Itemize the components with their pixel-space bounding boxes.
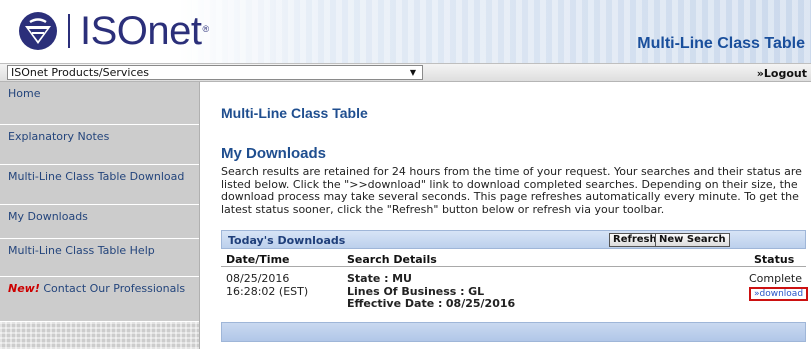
logo-text: ISOnet	[80, 9, 202, 53]
downloads-table: Today's Downloads Refresh New Search Dat…	[221, 230, 809, 342]
sidebar-item-class-table-download[interactable]: Multi-Line Class Table Download	[0, 165, 199, 205]
sidebar-decorative-pattern	[0, 322, 199, 349]
row-time: 16:28:02 (EST)	[226, 284, 309, 298]
sidebar-item-home[interactable]: Home	[0, 82, 199, 125]
column-header-search-details: Search Details	[347, 253, 437, 266]
products-services-select[interactable]: ISOnet Products/Services ▼	[7, 65, 423, 80]
detail-eff-value: 08/25/2016	[445, 297, 516, 311]
sidebar-item-label: Multi-Line Class Table Download	[8, 170, 185, 183]
new-search-button[interactable]: New Search	[655, 233, 730, 247]
section-title: My Downloads	[221, 145, 327, 162]
logo-registered-mark: ®	[202, 24, 210, 34]
isonet-logo[interactable]: ISOnet ®	[18, 10, 209, 52]
top-navbar: ISOnet Products/Services ▼ »Logout	[0, 63, 811, 82]
page-title: Multi-Line Class Table	[221, 105, 368, 121]
dropdown-arrow-icon: ▼	[409, 68, 416, 77]
header-title: Multi-Line Class Table	[637, 35, 805, 52]
download-link[interactable]: »download	[749, 286, 809, 301]
downloads-table-title: Today's Downloads	[228, 234, 346, 247]
detail-state-label: State :	[347, 272, 389, 285]
sidebar-item-label: Home	[8, 87, 41, 100]
row-search-details: State : MU Lines Of Business : GL Effect…	[347, 272, 516, 311]
detail-eff-label: Effective Date :	[347, 297, 443, 311]
isonet-logo-icon	[19, 12, 57, 50]
logout-link[interactable]: »Logout	[757, 67, 807, 80]
logo-divider	[68, 14, 70, 48]
column-header-date-time: Date/Time	[226, 253, 290, 266]
row-datetime: 08/25/2016 16:28:02 (EST)	[226, 272, 309, 298]
row-status: Complete »download	[749, 272, 809, 301]
header-banner: ISOnet ® Multi-Line Class Table	[0, 0, 811, 63]
sidebar-item-label: My Downloads	[8, 210, 88, 223]
detail-lob-label: Lines Of Business :	[347, 284, 465, 298]
sidebar-item-label: Explanatory Notes	[8, 130, 110, 143]
refresh-button[interactable]: Refresh	[609, 233, 661, 247]
table-row: 08/25/2016 16:28:02 (EST) State : MU Lin…	[221, 267, 809, 321]
new-badge: New!	[8, 282, 40, 295]
sidebar-item-class-table-help[interactable]: Multi-Line Class Table Help	[0, 239, 199, 277]
sidebar-item-contact-professionals[interactable]: New! Contact Our Professionals	[0, 277, 199, 322]
intro-text: Search results are retained for 24 hours…	[221, 165, 802, 216]
downloads-table-header: Today's Downloads Refresh New Search	[221, 230, 806, 249]
row-date: 08/25/2016	[226, 272, 290, 285]
column-header-status: Status	[754, 253, 795, 266]
detail-effective-date: Effective Date : 08/25/2016	[347, 297, 516, 311]
sidebar-item-explanatory-notes[interactable]: Explanatory Notes	[0, 125, 199, 165]
sidebar-item-my-downloads[interactable]: My Downloads	[0, 205, 199, 239]
downloads-column-headers: Date/Time Search Details Status	[221, 249, 806, 267]
sidebar-item-label: Multi-Line Class Table Help	[8, 244, 155, 257]
products-services-select-value: ISOnet Products/Services	[11, 66, 150, 79]
sidebar-item-label: Contact Our Professionals	[43, 282, 186, 295]
detail-state-value: MU	[392, 272, 412, 285]
status-text: Complete	[749, 272, 803, 285]
sidebar: Home Explanatory Notes Multi-Line Class …	[0, 82, 200, 349]
downloads-table-footer	[221, 322, 806, 342]
detail-lob-value: GL	[468, 284, 485, 298]
